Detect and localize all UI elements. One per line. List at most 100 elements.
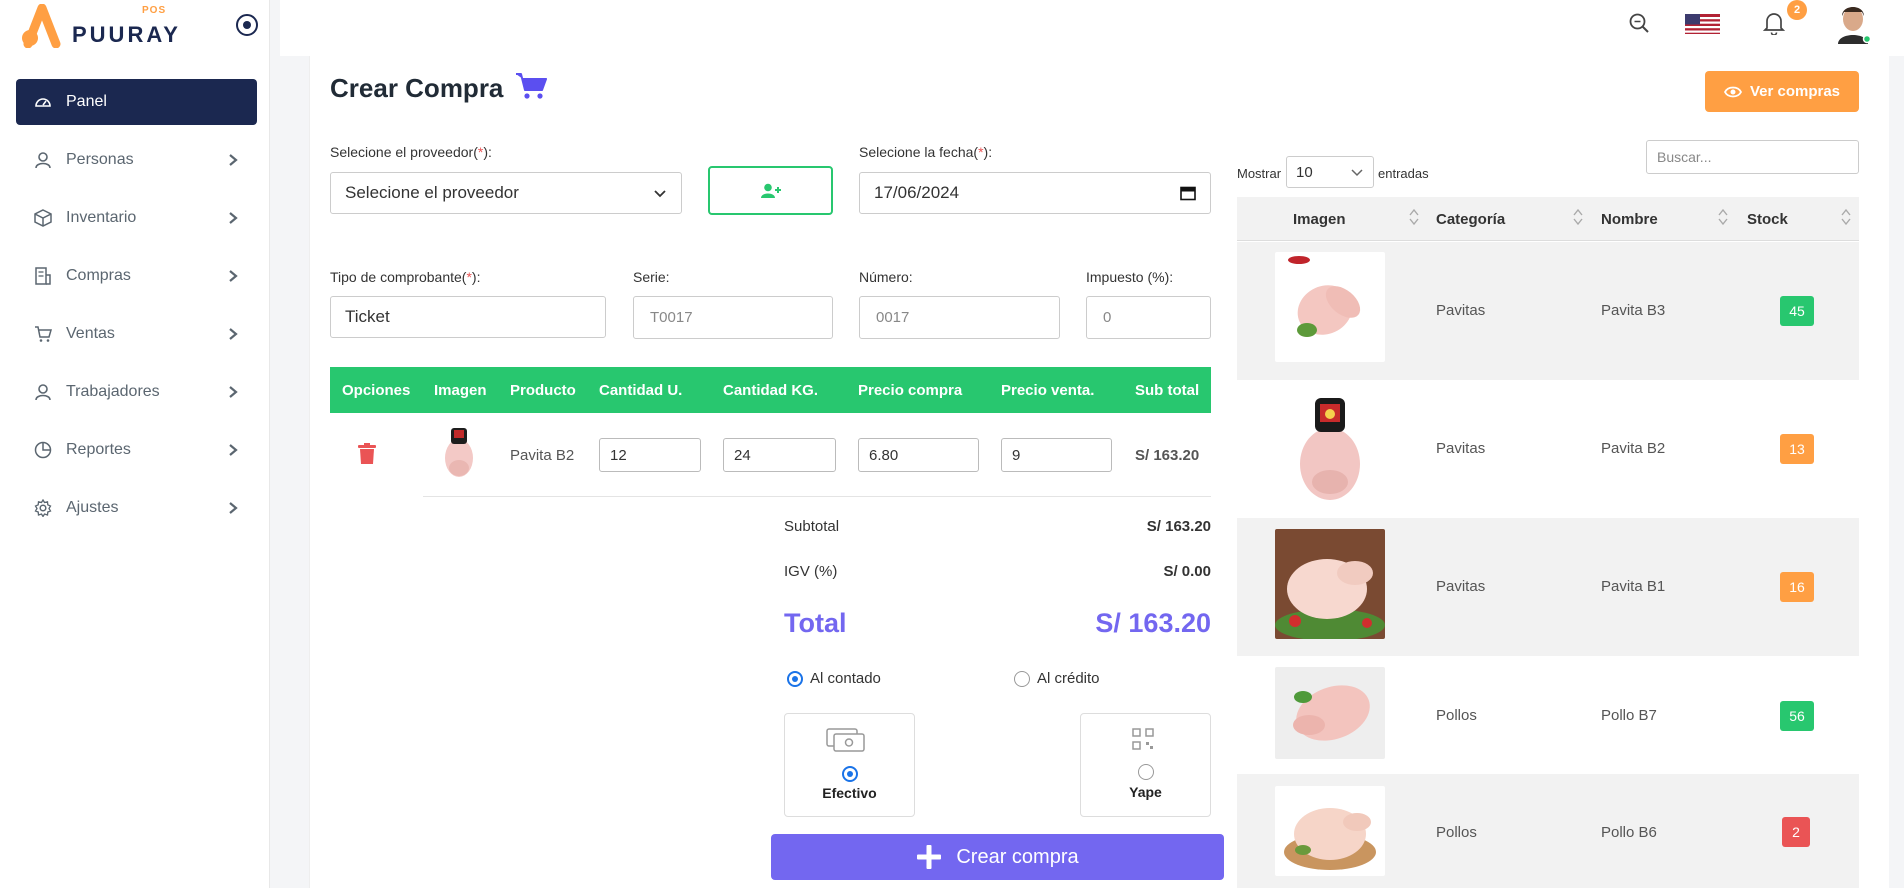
col-opciones: Opciones <box>342 382 411 399</box>
product-thumbnail <box>1275 667 1385 759</box>
proveedor-select[interactable]: Selecione el proveedor <box>330 172 682 214</box>
bell-icon[interactable] <box>1763 11 1785 35</box>
radio-al-credito[interactable] <box>1014 671 1030 687</box>
col-precio-compra: Precio compra <box>858 382 963 399</box>
impuesto-input[interactable]: 0 <box>1086 296 1211 339</box>
calendar-icon[interactable] <box>1180 185 1196 201</box>
product-nombre: Pavita B2 <box>1601 440 1666 457</box>
product-row[interactable]: Pavitas Pavita B3 45 <box>1237 242 1859 380</box>
product-table-header: Imagen Categoría Nombre Stock <box>1237 197 1859 241</box>
sidebar-item-inventario[interactable]: Inventario <box>16 195 257 241</box>
pie-icon <box>34 441 52 459</box>
col-nombre[interactable]: Nombre <box>1601 211 1658 228</box>
box-icon <box>34 209 52 227</box>
flag-us-icon[interactable] <box>1685 14 1720 34</box>
sidebar-toggle-button[interactable] <box>236 14 258 36</box>
sidebar-item-label: Personas <box>66 151 134 168</box>
sidebar-item-reportes[interactable]: Reportes <box>16 427 257 473</box>
col-imagen[interactable]: Imagen <box>1293 211 1346 228</box>
sort-icon[interactable] <box>1718 207 1728 227</box>
add-proveedor-button[interactable] <box>708 166 833 215</box>
impuesto-label: Impuesto (%): <box>1086 269 1174 285</box>
search-icon[interactable] <box>1628 12 1650 34</box>
sidebar-item-ventas[interactable]: Ventas <box>16 311 257 357</box>
logo-mark-icon <box>22 4 61 48</box>
fecha-input[interactable]: 17/06/2024 <box>859 172 1211 214</box>
user-icon <box>34 383 52 401</box>
precio-compra-input[interactable]: 6.80 <box>858 438 979 472</box>
sidebar-item-panel[interactable]: Panel <box>16 79 257 125</box>
precio-venta-input[interactable]: 9 <box>1001 438 1112 472</box>
col-categoria[interactable]: Categoría <box>1436 211 1505 228</box>
stock-badge: 13 <box>1780 434 1814 464</box>
cantidad-kg-input[interactable]: 24 <box>723 438 836 472</box>
proveedor-label: Selecione el proveedor(*): <box>330 144 492 160</box>
logo-sub: POS <box>142 5 167 16</box>
precio-venta-value: 9 <box>1012 446 1021 464</box>
stock-badge: 56 <box>1780 701 1814 731</box>
al-contado-label: Al contado <box>810 670 881 687</box>
cash-icon <box>826 728 865 752</box>
product-row[interactable]: Pollos Pollo B7 56 <box>1237 656 1859 774</box>
col-cantidad-kg: Cantidad KG. <box>723 382 819 399</box>
product-row[interactable]: Pavitas Pavita B1 16 <box>1237 518 1859 656</box>
search-placeholder: Buscar... <box>1657 149 1712 165</box>
product-nombre: Pollo B7 <box>1601 707 1657 724</box>
crear-compra-label: Crear compra <box>956 845 1079 868</box>
product-row[interactable]: Pavitas Pavita B2 13 <box>1237 380 1859 518</box>
product-thumbnail <box>445 428 473 477</box>
payment-yape-card[interactable]: Yape <box>1080 713 1211 817</box>
cantidad-u-input[interactable]: 12 <box>599 438 701 472</box>
page-title-text: Crear Compra <box>330 73 504 103</box>
radio-yape[interactable] <box>1138 764 1154 780</box>
col-stock[interactable]: Stock <box>1747 211 1788 228</box>
product-search-input[interactable]: Buscar... <box>1646 140 1859 174</box>
avatar[interactable] <box>1836 2 1870 44</box>
radio-al-contado[interactable] <box>787 671 803 687</box>
detail-producto: Pavita B2 <box>510 447 575 464</box>
entries-select[interactable]: 10 <box>1286 156 1374 188</box>
product-thumbnail <box>1275 786 1385 876</box>
sidebar-item-compras[interactable]: Compras <box>16 253 257 299</box>
sort-icon[interactable] <box>1841 207 1851 227</box>
sidebar-item-label: Ajustes <box>66 499 119 516</box>
product-categoria: Pavitas <box>1436 578 1486 595</box>
entries-label: entradas <box>1378 166 1429 181</box>
user-icon <box>34 151 52 169</box>
crear-compra-button[interactable]: Crear compra <box>771 834 1224 880</box>
stock-badge: 2 <box>1782 817 1810 847</box>
logo[interactable]: POS PUURAY <box>20 0 220 56</box>
chevron-down-icon <box>1351 169 1363 177</box>
ver-compras-button[interactable]: Ver compras <box>1705 71 1859 112</box>
cantidad-kg-value: 24 <box>734 446 751 464</box>
radio-efectivo[interactable] <box>842 766 858 782</box>
payment-efectivo-card[interactable]: Efectivo <box>784 713 915 817</box>
product-row[interactable]: Pollos Pollo B6 2 <box>1237 774 1859 888</box>
product-thumbnail <box>1275 252 1385 362</box>
sidebar-item-ajustes[interactable]: Ajustes <box>16 485 257 531</box>
proveedor-select-value: Selecione el proveedor <box>345 183 519 202</box>
sidebar-item-trabajadores[interactable]: Trabajadores <box>16 369 257 415</box>
tipo-comprobante-input[interactable]: Ticket <box>330 296 606 338</box>
sidebar-item-label: Compras <box>66 267 131 284</box>
sidebar-item-label: Panel <box>66 93 107 110</box>
serie-input[interactable]: T0017 <box>633 296 833 339</box>
sidebar: POS PUURAY Panel Personas Inventario Com… <box>0 0 270 888</box>
sidebar-item-personas[interactable]: Personas <box>16 137 257 183</box>
col-imagen: Imagen <box>434 382 487 399</box>
sort-icon[interactable] <box>1573 207 1583 227</box>
product-categoria: Pollos <box>1436 707 1477 724</box>
detail-subtotal: S/ 163.20 <box>1135 447 1200 464</box>
trash-icon[interactable] <box>357 443 377 465</box>
precio-compra-value: 6.80 <box>869 446 899 464</box>
total-value: S/ 163.20 <box>1095 608 1211 638</box>
fecha-value: 17/06/2024 <box>874 183 960 202</box>
subtotal-value: S/ 163.20 <box>1146 518 1211 535</box>
chevron-right-icon <box>229 212 238 224</box>
numero-input[interactable]: 0017 <box>859 296 1060 339</box>
serie-label: Serie: <box>633 269 670 285</box>
efectivo-label: Efectivo <box>822 785 877 801</box>
total-label: Total <box>784 608 847 638</box>
sort-icon[interactable] <box>1409 207 1419 227</box>
product-nombre: Pollo B6 <box>1601 824 1657 841</box>
